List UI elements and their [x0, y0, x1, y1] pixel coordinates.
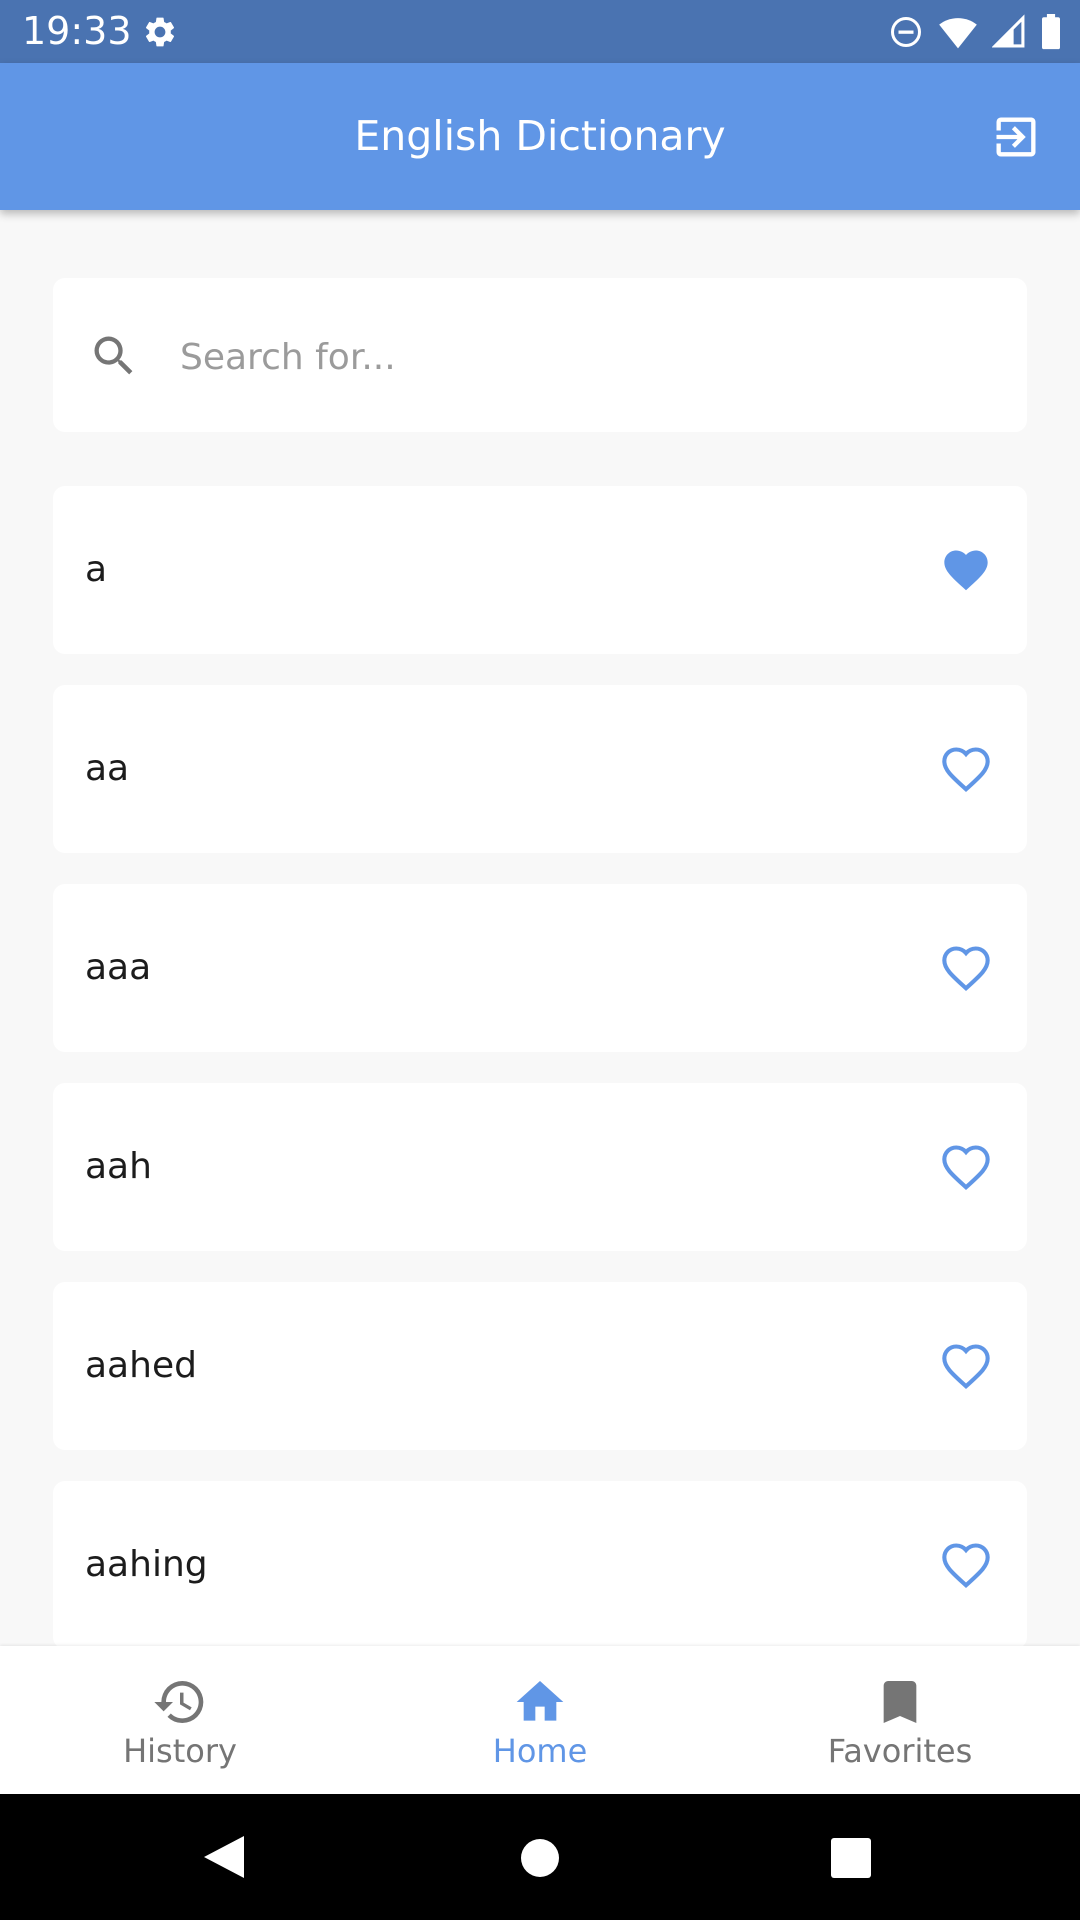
word-card[interactable]: aaa	[53, 884, 1027, 1052]
system-nav	[0, 1794, 1080, 1920]
word-text: a	[85, 549, 108, 590]
nav-label-history: History	[123, 1732, 237, 1770]
home-icon	[516, 1681, 564, 1721]
word-card[interactable]: a	[53, 486, 1027, 654]
nav-label-home: Home	[492, 1732, 588, 1770]
search-input[interactable]	[178, 325, 1002, 389]
word-text: aahing	[85, 1544, 208, 1585]
heart-filled-icon[interactable]	[939, 544, 993, 596]
word-text: aahed	[85, 1345, 197, 1386]
word-card[interactable]: aahing	[53, 1481, 1027, 1646]
word-text: aa	[85, 748, 130, 789]
back-icon[interactable]	[202, 1834, 246, 1880]
nav-item-favorites[interactable]: Favorites	[720, 1646, 1080, 1794]
nav-item-history[interactable]: History	[0, 1646, 360, 1794]
bottom-nav: History Home Favorites	[0, 1646, 1080, 1794]
bookmark-icon	[883, 1681, 917, 1723]
nav-item-home[interactable]: Home	[360, 1646, 720, 1794]
status-icons	[888, 12, 1062, 52]
battery-icon	[1042, 14, 1060, 50]
nav-label-favorites: Favorites	[827, 1732, 973, 1770]
dnd-icon	[891, 17, 921, 47]
heart-outline-icon[interactable]	[939, 1141, 993, 1193]
heart-outline-icon[interactable]	[939, 1539, 993, 1591]
word-list: a aa aaa aah aahed aahing	[53, 486, 1027, 1646]
gear-icon	[145, 17, 175, 47]
word-card[interactable]: aa	[53, 685, 1027, 853]
logout-icon[interactable]	[990, 111, 1042, 163]
app-title: English Dictionary	[354, 112, 726, 160]
recents-icon[interactable]	[831, 1838, 871, 1878]
history-icon	[154, 1681, 204, 1723]
heart-outline-icon[interactable]	[939, 942, 993, 994]
heart-outline-icon[interactable]	[939, 1340, 993, 1392]
word-text: aah	[85, 1146, 152, 1187]
home-circle-icon[interactable]	[520, 1838, 560, 1878]
status-time: 19:33	[22, 9, 132, 53]
app-bar: English Dictionary	[0, 63, 1080, 210]
signal-icon	[992, 14, 1025, 48]
word-card[interactable]: aah	[53, 1083, 1027, 1251]
word-card[interactable]: aahed	[53, 1282, 1027, 1450]
word-text: aaa	[85, 947, 152, 988]
wifi-icon	[939, 18, 977, 49]
status-bar: 19:33	[0, 0, 1080, 63]
heart-outline-icon[interactable]	[939, 743, 993, 795]
search-icon	[94, 336, 133, 375]
